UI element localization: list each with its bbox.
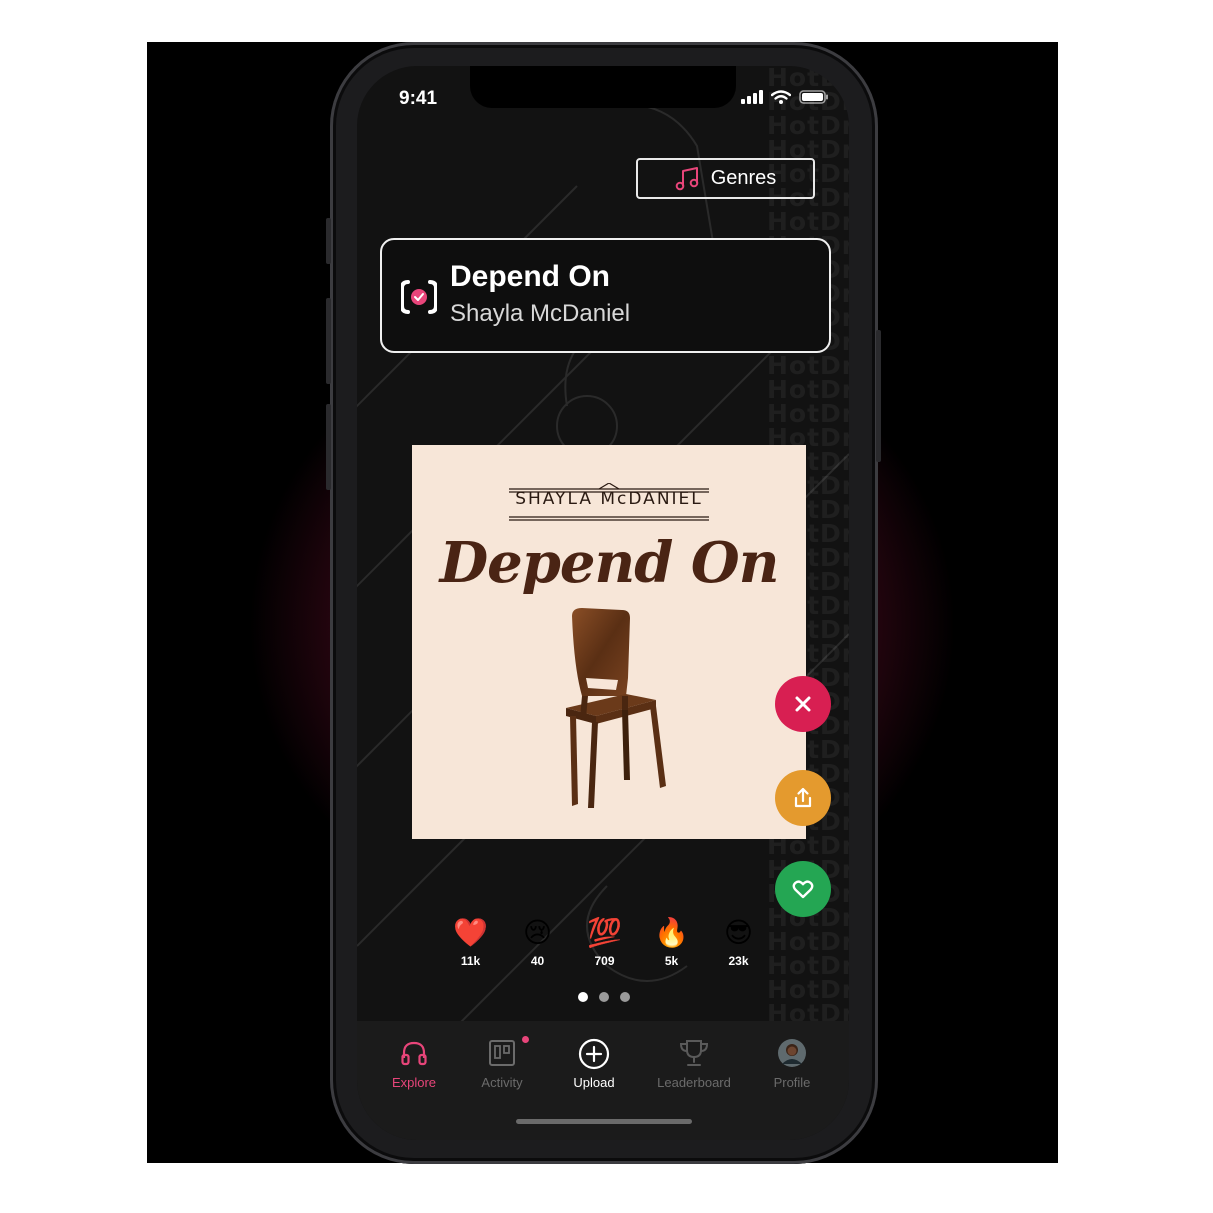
reaction-cry[interactable]: 😢 40	[504, 917, 571, 969]
fire-emoji-icon: 🔥	[654, 917, 689, 948]
now-playing-card[interactable]: Depend On Shayla McDaniel	[380, 238, 831, 353]
close-icon	[775, 676, 831, 732]
reaction-count: 709	[594, 954, 615, 968]
sunglasses-emoji-icon: 😎	[723, 917, 754, 948]
music-note-icon	[675, 166, 699, 190]
reaction-count: 11k	[460, 954, 481, 968]
share-button[interactable]	[775, 770, 831, 826]
tab-label: Leaderboard	[657, 1075, 731, 1090]
genres-button[interactable]: Genres	[636, 158, 815, 199]
hotdrop-logo-icon	[401, 280, 437, 314]
reaction-fire[interactable]: 🔥 5k	[638, 917, 705, 969]
signal-icon	[741, 90, 763, 104]
headphones-icon	[401, 1041, 427, 1066]
reaction-count: 5k	[664, 954, 679, 968]
tab-label: Profile	[773, 1075, 811, 1090]
dismiss-button[interactable]	[775, 676, 831, 732]
pagination-dots	[578, 992, 630, 1002]
notch	[470, 66, 736, 108]
tab-label: Upload	[573, 1075, 615, 1090]
cover-title: Depend On	[439, 530, 780, 596]
tab-profile[interactable]: Profile	[747, 1038, 837, 1090]
genres-label: Genres	[710, 167, 777, 189]
volume-down-button	[326, 404, 331, 490]
page-dot[interactable]	[599, 992, 609, 1002]
reactions-bar: ❤️ 11k 😢 40 💯 709 🔥 5k 😎 23k	[437, 917, 772, 969]
avatar	[778, 1039, 806, 1067]
power-button	[876, 330, 881, 462]
status-time: 9:41	[399, 88, 438, 109]
heart-emoji-icon: ❤️	[453, 917, 488, 948]
trophy-icon	[679, 1040, 709, 1066]
album-cover[interactable]: SHAYLA McDANIEL Depend On	[412, 445, 806, 839]
hundred-emoji-icon: 💯	[587, 917, 622, 948]
battery-icon	[799, 90, 828, 104]
wooden-chair-image	[566, 608, 666, 808]
reaction-count: 40	[530, 954, 545, 968]
song-title: Depend On	[450, 260, 611, 293]
song-artist: Shayla McDaniel	[450, 300, 631, 327]
mute-switch	[326, 218, 331, 264]
page-dot[interactable]	[578, 992, 588, 1002]
reaction-hundred[interactable]: 💯 709	[571, 917, 638, 969]
activity-board-icon	[489, 1040, 515, 1066]
status-icons	[741, 90, 829, 104]
share-icon	[775, 770, 831, 826]
reaction-cool[interactable]: 😎 23k	[705, 917, 772, 969]
tab-upload[interactable]: Upload	[549, 1038, 639, 1090]
activity-badge	[522, 1036, 529, 1043]
reaction-count: 23k	[728, 954, 749, 968]
cover-artist: SHAYLA McDANIEL	[515, 489, 703, 509]
reaction-heart[interactable]: ❤️ 11k	[437, 917, 504, 969]
tab-label: Activity	[481, 1075, 523, 1090]
tab-explore[interactable]: Explore	[369, 1038, 459, 1090]
heart-icon	[775, 861, 831, 917]
crying-emoji-icon: 😢	[522, 917, 553, 948]
tab-activity[interactable]: Activity	[457, 1036, 547, 1090]
page-dot[interactable]	[620, 992, 630, 1002]
plus-circle-icon	[578, 1038, 610, 1070]
volume-up-button	[326, 298, 331, 384]
app-screen: HotDropHotDropHotDrop HotDropHotDropHotD…	[357, 66, 849, 1140]
tab-label: Explore	[391, 1075, 437, 1090]
home-indicator[interactable]	[516, 1119, 692, 1124]
tab-leaderboard[interactable]: Leaderboard	[649, 1038, 739, 1090]
wifi-icon	[771, 90, 791, 104]
like-button[interactable]	[775, 861, 831, 917]
